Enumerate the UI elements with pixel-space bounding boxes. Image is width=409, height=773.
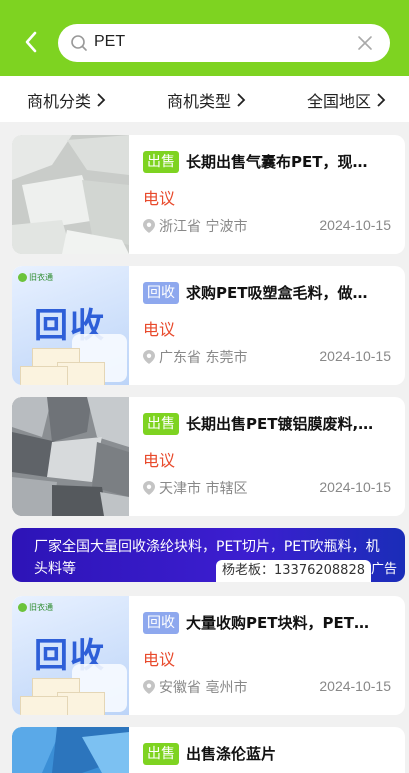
chevron-right-icon	[237, 93, 246, 107]
listing-title: 大量收购PET块料，PET…	[186, 614, 369, 632]
listing-image: 旧衣通 回收	[12, 266, 129, 385]
listing-title: 出售涤伦蓝片	[186, 745, 277, 763]
listing-title: 长期出售PET镀铝膜废料,…	[186, 415, 374, 433]
chevron-left-icon	[25, 31, 37, 53]
search-input[interactable]: PET	[58, 24, 390, 62]
listing-location: 安徽省 亳州市	[143, 677, 247, 697]
back-button[interactable]	[16, 25, 46, 59]
filter-region[interactable]: 全国地区	[307, 88, 387, 112]
listing-image	[12, 397, 129, 516]
listing-location: 广东省 东莞市	[143, 347, 247, 367]
list-item[interactable]: 出售 长期出售气囊布PET，现… 电议 浙江省 宁波市 2024-10-15	[12, 135, 405, 254]
filter-type[interactable]: 商机类型	[167, 88, 247, 112]
clear-icon[interactable]	[356, 34, 374, 52]
listing-location: 浙江省 宁波市	[143, 216, 247, 236]
badge-buy: 回收	[143, 282, 179, 304]
ad-phone[interactable]: 杨老板：13376208828	[216, 560, 371, 582]
brand-logo: 旧衣通	[18, 272, 53, 283]
filter-category[interactable]: 商机分类	[27, 88, 107, 112]
badge-sell: 出售	[143, 413, 179, 435]
location-text: 天津市 市辖区	[159, 481, 248, 497]
listing-date: 2024-10-15	[319, 217, 391, 233]
listing-price: 电议	[143, 650, 176, 669]
listing-price: 电议	[143, 451, 176, 470]
badge-buy: 回收	[143, 612, 179, 634]
badge-sell: 出售	[143, 743, 179, 765]
location-text: 安徽省 亳州市	[159, 680, 248, 696]
listing-date: 2024-10-15	[319, 479, 391, 495]
listing-price: 电议	[143, 320, 176, 339]
location-pin-icon	[143, 680, 155, 694]
filter-bar: 商机分类 商机类型 全国地区	[0, 76, 409, 122]
filter-category-label: 商机分类	[27, 92, 92, 111]
chevron-right-icon	[377, 93, 386, 107]
list-item[interactable]: 旧衣通 回收 回收 大量收购PET块料，PET… 电议 安徽省 亳州市 2024…	[12, 596, 405, 715]
filter-region-label: 全国地区	[307, 92, 372, 111]
location-text: 浙江省 宁波市	[159, 219, 248, 235]
chevron-right-icon	[97, 93, 106, 107]
listing-date: 2024-10-15	[319, 678, 391, 694]
listing-image	[12, 727, 129, 773]
location-pin-icon	[143, 219, 155, 233]
list-item[interactable]: 旧衣通 回收 回收 求购PET吸塑盒毛料，做… 电议 广东省 东莞市 2024-…	[12, 266, 405, 385]
location-pin-icon	[143, 350, 155, 364]
list-item[interactable]: 出售 出售涤伦蓝片	[12, 727, 405, 773]
listing-image: 旧衣通 回收	[12, 596, 129, 715]
brand-logo: 旧衣通	[18, 602, 53, 613]
search-icon	[71, 35, 87, 51]
listing-location: 天津市 市辖区	[143, 478, 247, 498]
filter-type-label: 商机类型	[167, 92, 232, 111]
search-query: PET	[94, 33, 126, 50]
listing-image	[12, 135, 129, 254]
top-bar: PET	[0, 0, 409, 76]
listing-price: 电议	[143, 189, 176, 208]
location-pin-icon	[143, 481, 155, 495]
ad-banner[interactable]: 厂家全国大量回收涤纶块料，PET切片，PET吹瓶料，机头料等 杨老板：13376…	[12, 528, 405, 582]
badge-sell: 出售	[143, 151, 179, 173]
listing-title: 求购PET吸塑盒毛料，做…	[186, 284, 368, 302]
list-item[interactable]: 出售 长期出售PET镀铝膜废料,… 电议 天津市 市辖区 2024-10-15	[12, 397, 405, 516]
location-text: 广东省 东莞市	[159, 350, 248, 366]
ad-tag: 广告	[370, 562, 397, 577]
listing-title: 长期出售气囊布PET，现…	[186, 153, 368, 171]
listing-date: 2024-10-15	[319, 348, 391, 364]
